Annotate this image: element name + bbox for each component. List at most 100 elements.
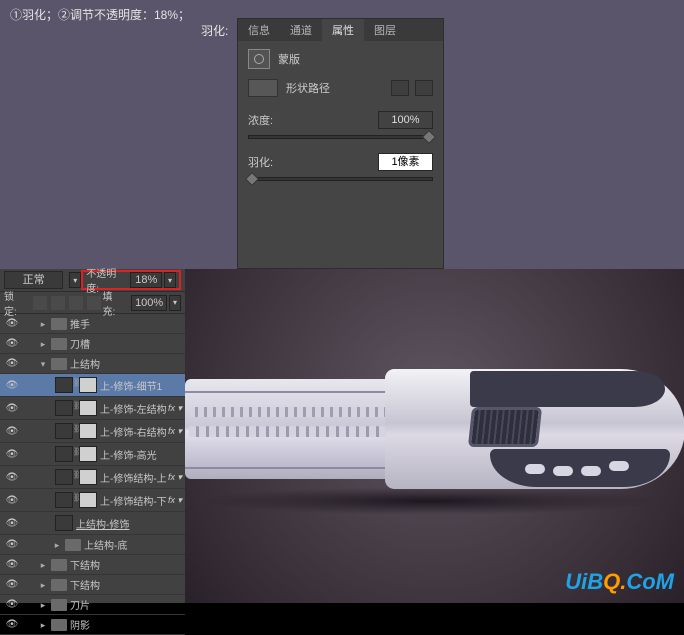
- folder-icon: [51, 318, 67, 330]
- feather-row: 羽化: 1像素: [248, 153, 433, 181]
- visibility-icon[interactable]: 👁: [4, 356, 20, 372]
- visibility-icon[interactable]: 👁: [4, 515, 20, 531]
- density-slider-thumb[interactable]: [422, 130, 436, 144]
- document-canvas[interactable]: UiBQ.CoM: [185, 269, 684, 603]
- visibility-icon[interactable]: 👁: [4, 316, 20, 332]
- blend-mode-select[interactable]: 正常: [4, 271, 63, 289]
- lock-all-icon[interactable]: [87, 296, 101, 310]
- fx-badge[interactable]: fx ▾: [168, 472, 182, 483]
- layer-row[interactable]: 👁 ▸ 推手: [0, 314, 185, 334]
- layer-thumb[interactable]: [55, 377, 73, 393]
- layer-name[interactable]: 阴影: [70, 617, 185, 632]
- feather-slider[interactable]: [248, 177, 433, 181]
- visibility-icon[interactable]: 👁: [4, 423, 20, 439]
- disclosure-icon[interactable]: ▸: [38, 339, 48, 349]
- layer-row[interactable]: 👁⛓上-修饰-细节1: [0, 374, 185, 397]
- mask-thumb[interactable]: [79, 446, 97, 462]
- disclosure-icon[interactable]: ▸: [52, 540, 62, 550]
- layer-name[interactable]: 刀片: [70, 597, 185, 612]
- feather-slider-thumb[interactable]: [245, 172, 259, 186]
- layer-name[interactable]: 上-修饰结构-下: [100, 493, 168, 508]
- visibility-icon[interactable]: 👁: [4, 557, 20, 573]
- layer-row[interactable]: 👁 ▸ 下结构: [0, 575, 185, 595]
- lock-position-icon[interactable]: [69, 296, 83, 310]
- disclosure-icon[interactable]: ▸: [38, 580, 48, 590]
- tab-layers[interactable]: 图层: [364, 19, 406, 41]
- layer-name[interactable]: 上-修饰-右结构: [100, 424, 168, 439]
- layer-thumb[interactable]: [55, 446, 73, 462]
- layer-name[interactable]: 上-修饰结构-上: [100, 470, 168, 485]
- visibility-icon[interactable]: 👁: [4, 537, 20, 553]
- top-backdrop: ①羽化；②调节不透明度：18%； 羽化: 信息 通道 属性 图层 蒙版 形状路径: [0, 0, 684, 269]
- mask-thumb[interactable]: [79, 423, 97, 439]
- layer-name[interactable]: 上-修饰-高光: [100, 447, 185, 462]
- layer-row[interactable]: 👁 ▸ 刀槽: [0, 334, 185, 354]
- layer-row[interactable]: 👁⛓上-修饰结构-上fx ▾: [0, 466, 185, 489]
- layer-row[interactable]: 👁 ▸ 上结构-底: [0, 535, 185, 555]
- layer-row[interactable]: 👁 ▸ 下结构: [0, 555, 185, 575]
- blend-dropdown-icon[interactable]: ▾: [69, 272, 81, 288]
- fx-badge[interactable]: fx ▾: [168, 426, 182, 437]
- feather-value-input[interactable]: 1像素: [378, 153, 433, 171]
- visibility-icon[interactable]: 👁: [4, 597, 20, 613]
- folder-icon: [51, 579, 67, 591]
- opacity-value[interactable]: 18%: [130, 272, 162, 288]
- layer-row[interactable]: 👁⛓上-修饰-高光: [0, 443, 185, 466]
- disclosure-icon[interactable]: ▸: [38, 620, 48, 630]
- disclosure-icon[interactable]: ▾: [38, 359, 48, 369]
- layer-name[interactable]: 上-修饰-细节1: [100, 378, 185, 393]
- lock-transparency-icon[interactable]: [33, 296, 47, 310]
- layer-row[interactable]: 👁 ▸ 阴影: [0, 615, 185, 635]
- density-slider[interactable]: [248, 135, 433, 139]
- fill-value[interactable]: 100%: [131, 295, 167, 311]
- layer-row[interactable]: 👁 上结构-修饰: [0, 512, 185, 535]
- visibility-icon[interactable]: 👁: [4, 617, 20, 633]
- layer-name[interactable]: 上-修饰-左结构: [100, 401, 168, 416]
- mask-tool-1-icon[interactable]: [391, 80, 409, 96]
- layer-row[interactable]: 👁⛓上-修饰结构-下fx ▾: [0, 489, 185, 512]
- fx-badge[interactable]: fx ▾: [168, 495, 182, 506]
- layer-row[interactable]: 👁⛓上-修饰-左结构fx ▾: [0, 397, 185, 420]
- density-label: 浓度:: [248, 112, 273, 128]
- layer-name[interactable]: 下结构: [70, 557, 185, 572]
- fx-badge[interactable]: fx ▾: [168, 403, 182, 414]
- layer-name[interactable]: 上结构-底: [84, 537, 185, 552]
- tab-channels[interactable]: 通道: [280, 19, 322, 41]
- disclosure-icon[interactable]: ▸: [38, 560, 48, 570]
- density-value[interactable]: 100%: [378, 111, 433, 129]
- layer-thumb[interactable]: [55, 515, 73, 531]
- layer-thumb[interactable]: [55, 423, 73, 439]
- mask-thumb[interactable]: [79, 469, 97, 485]
- visibility-icon[interactable]: 👁: [4, 492, 20, 508]
- layer-name[interactable]: 上结构-修饰: [76, 516, 185, 531]
- shape-swatch[interactable]: [248, 79, 278, 97]
- fill-dropdown-icon[interactable]: ▾: [169, 295, 181, 311]
- disclosure-icon[interactable]: ▸: [38, 600, 48, 610]
- tab-info[interactable]: 信息: [238, 19, 280, 41]
- visibility-icon[interactable]: 👁: [4, 400, 20, 416]
- layer-row[interactable]: 👁⛓上-修饰-右结构fx ▾: [0, 420, 185, 443]
- layer-name[interactable]: 刀槽: [70, 336, 185, 351]
- visibility-icon[interactable]: 👁: [4, 577, 20, 593]
- mask-tool-2-icon[interactable]: [415, 80, 433, 96]
- visibility-icon[interactable]: 👁: [4, 377, 20, 393]
- lock-pixels-icon[interactable]: [51, 296, 65, 310]
- visibility-icon[interactable]: 👁: [4, 469, 20, 485]
- opacity-dropdown-icon[interactable]: ▾: [164, 272, 176, 288]
- layer-row[interactable]: 👁 ▾ 上结构: [0, 354, 185, 374]
- disclosure-icon[interactable]: ▸: [38, 319, 48, 329]
- layer-name[interactable]: 下结构: [70, 577, 185, 592]
- mask-thumb[interactable]: [79, 377, 97, 393]
- mask-thumb[interactable]: [79, 492, 97, 508]
- layer-thumb[interactable]: [55, 400, 73, 416]
- layer-thumb[interactable]: [55, 469, 73, 485]
- layer-name[interactable]: 上结构: [70, 356, 185, 371]
- layer-name[interactable]: 推手: [70, 316, 185, 331]
- visibility-icon[interactable]: 👁: [4, 446, 20, 462]
- mask-icon[interactable]: [248, 49, 270, 69]
- visibility-icon[interactable]: 👁: [4, 336, 20, 352]
- layer-row[interactable]: 👁 ▸ 刀片: [0, 595, 185, 615]
- mask-thumb[interactable]: [79, 400, 97, 416]
- tab-properties[interactable]: 属性: [322, 19, 364, 41]
- layer-thumb[interactable]: [55, 492, 73, 508]
